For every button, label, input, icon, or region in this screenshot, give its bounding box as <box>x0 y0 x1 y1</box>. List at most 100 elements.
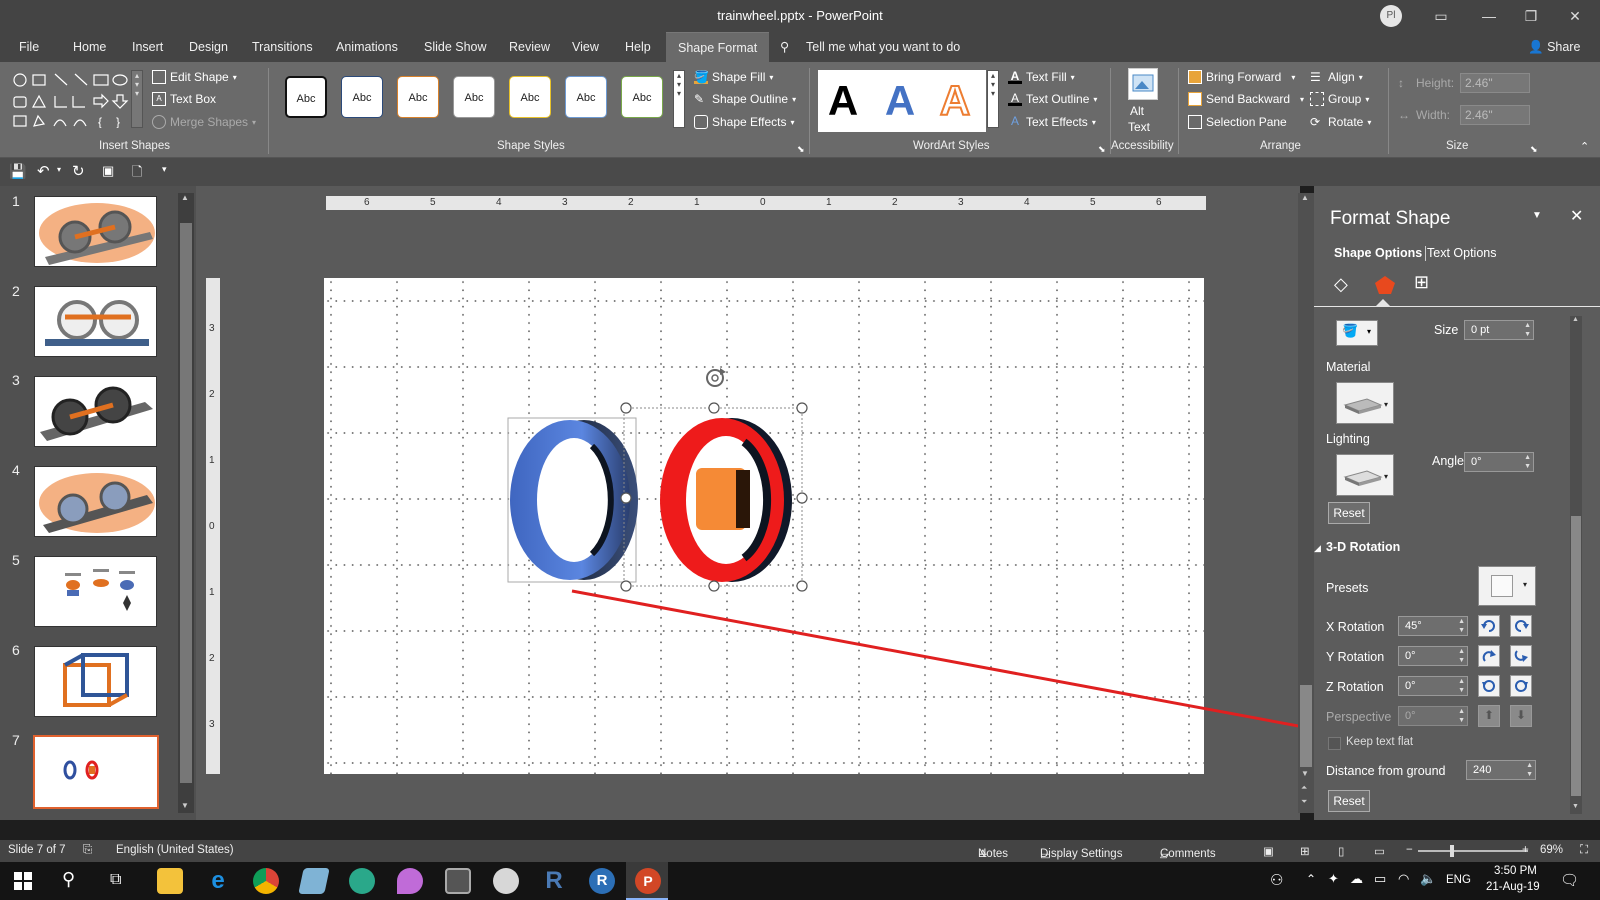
z-rotation-input[interactable]: 0° ▲ ▼ <box>1398 676 1468 696</box>
rotate-counterclockwise-icon[interactable] <box>1478 675 1500 697</box>
size-input[interactable]: 0 pt ▲ ▼ <box>1464 320 1534 340</box>
spinner-icon[interactable]: ▲ ▼ <box>1458 707 1465 725</box>
rstudio-icon[interactable]: R <box>589 868 615 894</box>
notifications-icon[interactable]: 🗨 <box>1560 871 1579 889</box>
chevron-up-icon[interactable]: ⌃ <box>1306 872 1316 886</box>
wifi-icon[interactable]: ◠ <box>1398 871 1409 887</box>
spell-check-icon[interactable]: ⎘ <box>83 844 92 857</box>
spinner-icon[interactable]: ▲ ▼ <box>1458 647 1465 665</box>
canvas-scrollbar[interactable]: ▲ ▼ ⏶ ⏷ <box>1298 193 1314 813</box>
spinner-icon[interactable]: ▲ ▼ <box>1458 617 1465 635</box>
dropbox-icon[interactable]: ✦ <box>1328 871 1339 887</box>
input-language[interactable]: ENG <box>1446 874 1471 886</box>
scroll-up-icon[interactable]: ▲ <box>1301 193 1309 202</box>
spinner-icon[interactable]: ▲ ▼ <box>1526 761 1533 779</box>
shape-options-tab[interactable]: Shape Options <box>1334 246 1422 260</box>
keep-text-flat-checkbox[interactable] <box>1328 737 1341 750</box>
close-pane-icon[interactable]: ✕ <box>1570 206 1583 226</box>
rotate-right-icon[interactable] <box>1510 615 1532 637</box>
pane-title: Format Shape <box>1330 208 1451 229</box>
r-icon[interactable]: R <box>541 868 567 894</box>
x-rotation-input[interactable]: 45° ▲ ▼ <box>1398 616 1468 636</box>
collapse-section-icon[interactable]: ◢ <box>1314 543 1321 554</box>
effects-tab-icon[interactable] <box>1374 274 1396 299</box>
chrome-icon[interactable] <box>253 868 279 894</box>
cloud-icon[interactable]: ☁ <box>1350 871 1363 887</box>
edge-icon[interactable]: e <box>205 868 231 894</box>
battery-icon[interactable]: ▭ <box>1374 871 1386 887</box>
lighting-dropdown[interactable]: ▾ <box>1336 454 1394 496</box>
task-view-icon[interactable]: ⧉ <box>110 871 121 889</box>
size-value: 0 pt <box>1471 324 1490 336</box>
format-shape-pane: Format Shape ▼ ✕ Shape Options Text Opti… <box>1314 186 1600 820</box>
size-properties-icon[interactable]: ⊞ <box>1414 272 1429 293</box>
distance-from-ground-input[interactable]: 240 ▲ ▼ <box>1466 760 1536 780</box>
contour-color-button[interactable]: 🪣 ▾ <box>1336 320 1378 346</box>
preset-icon <box>1491 575 1513 597</box>
zoom-slider[interactable] <box>1418 850 1528 852</box>
clock-time[interactable]: 3:50 PM <box>1494 865 1537 877</box>
3d-rotation-section[interactable]: 3-D Rotation <box>1326 540 1400 554</box>
material-label: Material <box>1326 360 1371 374</box>
scrollbar-thumb[interactable] <box>1571 516 1581 796</box>
spinner-icon[interactable]: ▲ ▼ <box>1524 453 1531 471</box>
fill-line-icon[interactable]: ◇ <box>1334 274 1348 295</box>
next-slide-icon[interactable]: ⏷ <box>1301 797 1307 807</box>
text-options-tab[interactable]: Text Options <box>1427 246 1496 260</box>
rotate-clockwise-icon[interactable] <box>1510 675 1532 697</box>
volume-icon[interactable]: 🔈 <box>1420 871 1436 887</box>
scroll-up-icon[interactable]: ▲ <box>1572 316 1579 323</box>
divider <box>1425 246 1426 261</box>
slide-sorter-icon[interactable]: ⊞ <box>1300 844 1310 858</box>
reset-lighting-button[interactable]: Reset <box>1328 502 1370 524</box>
zoom-in-icon[interactable]: + <box>1522 844 1529 856</box>
file-explorer-icon[interactable] <box>157 868 183 894</box>
scroll-down-icon[interactable]: ▼ <box>1572 803 1579 810</box>
normal-view-icon[interactable]: ▣ <box>1263 844 1274 858</box>
app-icon[interactable] <box>349 868 375 894</box>
spinner-icon[interactable]: ▲ ▼ <box>1524 321 1531 339</box>
x-rotation-label: X Rotation <box>1326 620 1385 634</box>
distance-from-ground-value: 240 <box>1473 764 1492 776</box>
windows-taskbar: ⚲ ⧉ e R R P ⚇ ⌃ ✦ ☁ ▭ ◠ 🔈 ENG 3:50 PM 21… <box>0 862 1600 900</box>
perspective-down-icon[interactable]: ⬇ <box>1510 705 1532 727</box>
rotate-down-icon[interactable] <box>1510 645 1532 667</box>
paint-bucket-icon: 🪣 <box>1342 323 1359 338</box>
perspective-value: 0° <box>1405 710 1416 722</box>
calculator-icon[interactable] <box>445 868 471 894</box>
y-rotation-input[interactable]: 0° ▲ ▼ <box>1398 646 1468 666</box>
rotate-left-icon[interactable] <box>1478 615 1500 637</box>
material-icon: ▾ <box>1343 398 1388 414</box>
search-icon[interactable]: ⚲ <box>62 869 75 890</box>
perspective-label: Perspective <box>1326 710 1392 724</box>
scrollbar-thumb[interactable] <box>1300 685 1312 767</box>
pane-options-dropdown-icon[interactable]: ▼ <box>1532 210 1542 221</box>
reading-view-icon[interactable]: ▯ <box>1338 844 1344 858</box>
prev-slide-icon[interactable]: ⏶ <box>1301 783 1307 793</box>
language-indicator[interactable]: English (United States) <box>116 844 234 856</box>
zoom-level[interactable]: 69% <box>1540 844 1563 856</box>
reset-rotation-button[interactable]: Reset <box>1328 790 1370 812</box>
rotate-up-icon[interactable] <box>1478 645 1500 667</box>
comments-label: Comments <box>1160 848 1216 860</box>
people-icon[interactable]: ⚇ <box>1270 871 1283 889</box>
fit-slide-icon[interactable]: ⛶ <box>1580 844 1588 857</box>
zoom-out-icon[interactable]: − <box>1406 844 1413 856</box>
zoom-slider-thumb[interactable] <box>1450 845 1454 857</box>
scroll-down-icon[interactable]: ▼ <box>1301 769 1309 778</box>
powerpoint-icon[interactable]: P <box>635 868 661 894</box>
presets-dropdown[interactable]: ▾ <box>1478 566 1536 606</box>
app-icon[interactable] <box>298 868 330 894</box>
material-dropdown[interactable]: ▾ <box>1336 382 1394 424</box>
slideshow-icon[interactable]: ▭ <box>1374 844 1385 858</box>
clock-date[interactable]: 21-Aug-19 <box>1486 881 1540 893</box>
pane-scrollbar[interactable]: ▲ ▼ <box>1570 316 1582 814</box>
paint-icon[interactable] <box>493 868 519 894</box>
windows-start-icon[interactable] <box>14 872 32 893</box>
maps-icon[interactable] <box>397 868 423 894</box>
perspective-up-icon[interactable]: ⬆ <box>1478 705 1500 727</box>
spinner-icon[interactable]: ▲ ▼ <box>1458 677 1465 695</box>
presets-label: Presets <box>1326 581 1369 595</box>
perspective-input[interactable]: 0° ▲ ▼ <box>1398 706 1468 726</box>
angle-input[interactable]: 0° ▲ ▼ <box>1464 452 1534 472</box>
